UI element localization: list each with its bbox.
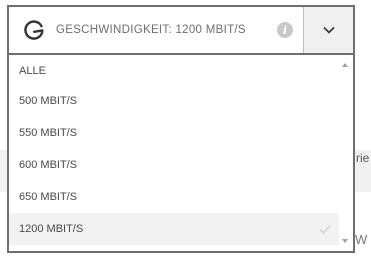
scroll-down-arrow-icon[interactable]: [342, 239, 348, 243]
checkmark-icon: [319, 225, 331, 234]
dropdown-option[interactable]: 1200 MBIT/S: [9, 213, 339, 245]
background-clipped-text-2: W: [355, 232, 368, 247]
dropdown-option-label: 650 MBIT/S: [19, 191, 78, 203]
dropdown-option[interactable]: 550 MBIT/S: [9, 117, 339, 149]
page: rie W GESCHWINDIGKEIT: 1200 MBIT/S i ALL…: [0, 0, 371, 263]
dropdown-option-label: ALLE: [19, 65, 46, 77]
speed-select-label: GESCHWINDIGKEIT: 1200 MBIT/S: [56, 24, 246, 36]
dropdown-option-label: 1200 MBIT/S: [19, 223, 84, 235]
info-icon[interactable]: i: [277, 22, 293, 38]
background-clipped-text: rie: [356, 151, 370, 165]
speed-dropdown-list: ALLE 500 MBIT/S 550 MBIT/S 600 MBIT/S 650 MB…: [7, 55, 355, 253]
dropdown-option[interactable]: 500 MBIT/S: [9, 85, 339, 117]
speed-select-display[interactable]: GESCHWINDIGKEIT: 1200 MBIT/S i: [9, 7, 303, 53]
dropdown-option[interactable]: ALLE: [9, 55, 339, 85]
scrollbar[interactable]: [339, 55, 353, 251]
speed-select[interactable]: GESCHWINDIGKEIT: 1200 MBIT/S i: [7, 5, 355, 55]
scroll-up-arrow-icon[interactable]: [342, 63, 348, 67]
dropdown-option[interactable]: 650 MBIT/S: [9, 181, 339, 213]
dropdown-option-label: 500 MBIT/S: [19, 95, 78, 107]
dropdown-option[interactable]: 600 MBIT/S: [9, 149, 339, 181]
options-container: ALLE 500 MBIT/S 550 MBIT/S 600 MBIT/S 650 MB…: [9, 55, 339, 251]
dropdown-toggle-button[interactable]: [303, 7, 353, 53]
dropdown-option-label: 550 MBIT/S: [19, 127, 78, 139]
g-speed-icon: [24, 20, 44, 40]
chevron-down-icon: [322, 26, 335, 34]
dropdown-option-label: 600 MBIT/S: [19, 159, 78, 171]
